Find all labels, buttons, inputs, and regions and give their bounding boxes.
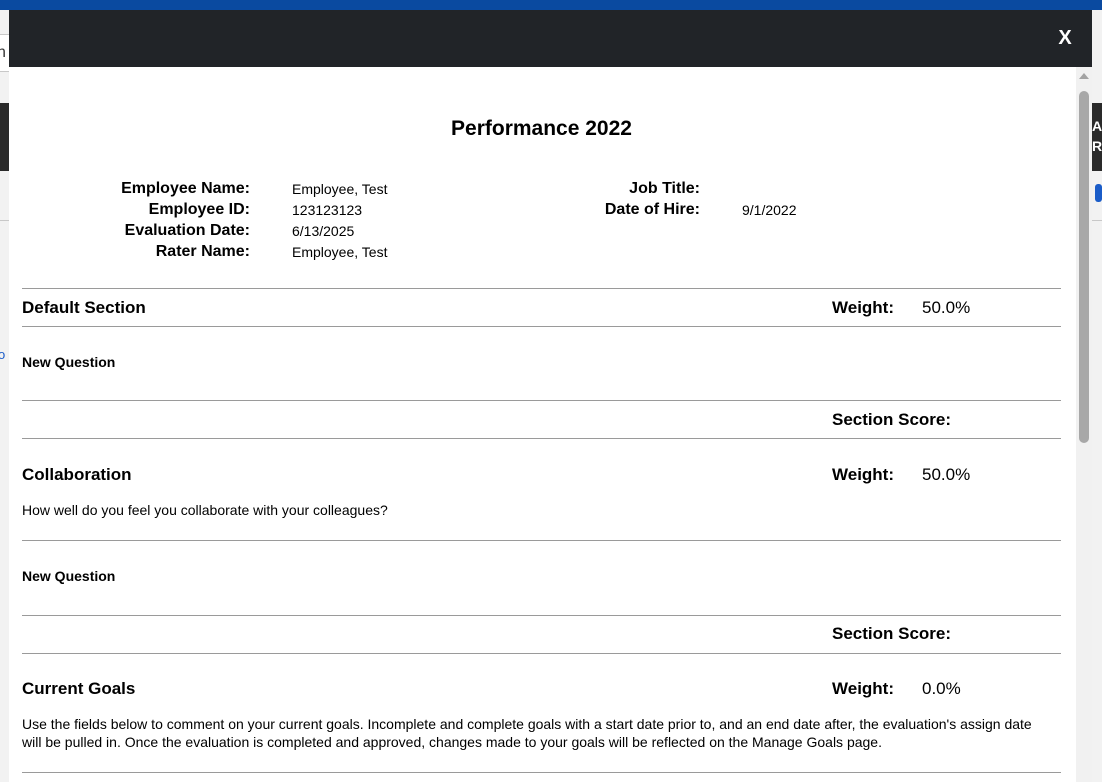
background-blue-icon <box>1095 184 1102 202</box>
divider <box>22 653 1061 654</box>
weight-value: 50.0% <box>922 465 971 484</box>
date-of-hire-value: 9/1/2022 <box>742 202 797 218</box>
divider <box>22 288 1061 289</box>
rater-name-label: Rater Name: <box>155 243 250 260</box>
question-label: New Question <box>22 568 116 584</box>
scroll-up-arrow-icon[interactable] <box>1079 73 1089 79</box>
employee-name-label: Employee Name: <box>121 180 250 197</box>
divider <box>22 615 1061 616</box>
background-text-fragment: n <box>0 44 6 61</box>
modal-body: Performance 2022 Employee Name: Employee… <box>9 67 1076 782</box>
weight-label: Weight: <box>832 298 895 317</box>
section-score-label: Section Score: <box>832 624 952 643</box>
evaluation-modal: X Performance 2022 Employee Name: Employ… <box>9 10 1092 782</box>
background-link-fragment: o <box>0 347 6 362</box>
section-score-label: Section Score: <box>832 410 952 429</box>
question-label: New Question <box>22 354 116 370</box>
background-top-bar <box>0 0 1102 10</box>
divider <box>22 438 1061 439</box>
vertical-scrollbar[interactable] <box>1076 67 1092 782</box>
evaluation-date-value: 6/13/2025 <box>292 223 355 239</box>
divider <box>22 400 1061 401</box>
section-title-current-goals: Current Goals <box>22 679 136 698</box>
employee-id-label: Employee ID: <box>148 201 250 218</box>
rater-name-value: Employee, Test <box>292 244 388 260</box>
background-text-fragment-r: R <box>1092 138 1102 154</box>
divider <box>22 772 1061 773</box>
scrollbar-thumb[interactable] <box>1079 91 1089 443</box>
divider <box>22 326 1061 327</box>
section-title-collaboration: Collaboration <box>22 465 132 484</box>
background-dark-band-right <box>1092 103 1102 171</box>
background-divider-left <box>0 220 9 221</box>
background-dark-band-left <box>0 103 9 171</box>
employee-id-value: 123123123 <box>292 202 363 218</box>
weight-label: Weight: <box>832 465 895 484</box>
modal-header: X <box>9 10 1092 67</box>
weight-label: Weight: <box>832 679 895 698</box>
weight-value: 50.0% <box>922 298 971 317</box>
weight-value: 0.0% <box>922 679 961 698</box>
evaluation-date-label: Evaluation Date: <box>124 222 250 239</box>
background-divider-right <box>1092 220 1102 221</box>
divider <box>22 540 1061 541</box>
job-title-label: Job Title: <box>629 180 700 197</box>
date-of-hire-label: Date of Hire: <box>604 201 700 218</box>
evaluation-title: Performance 2022 <box>451 117 632 140</box>
section-description: How well do you feel you collaborate wit… <box>22 502 388 518</box>
close-button[interactable]: X <box>1054 26 1076 50</box>
section-description: Use the fields below to comment on your … <box>22 716 1032 750</box>
employee-name-value: Employee, Test <box>292 181 388 197</box>
section-title-default: Default Section <box>22 298 146 317</box>
background-text-fragment-a: A <box>1092 118 1102 134</box>
